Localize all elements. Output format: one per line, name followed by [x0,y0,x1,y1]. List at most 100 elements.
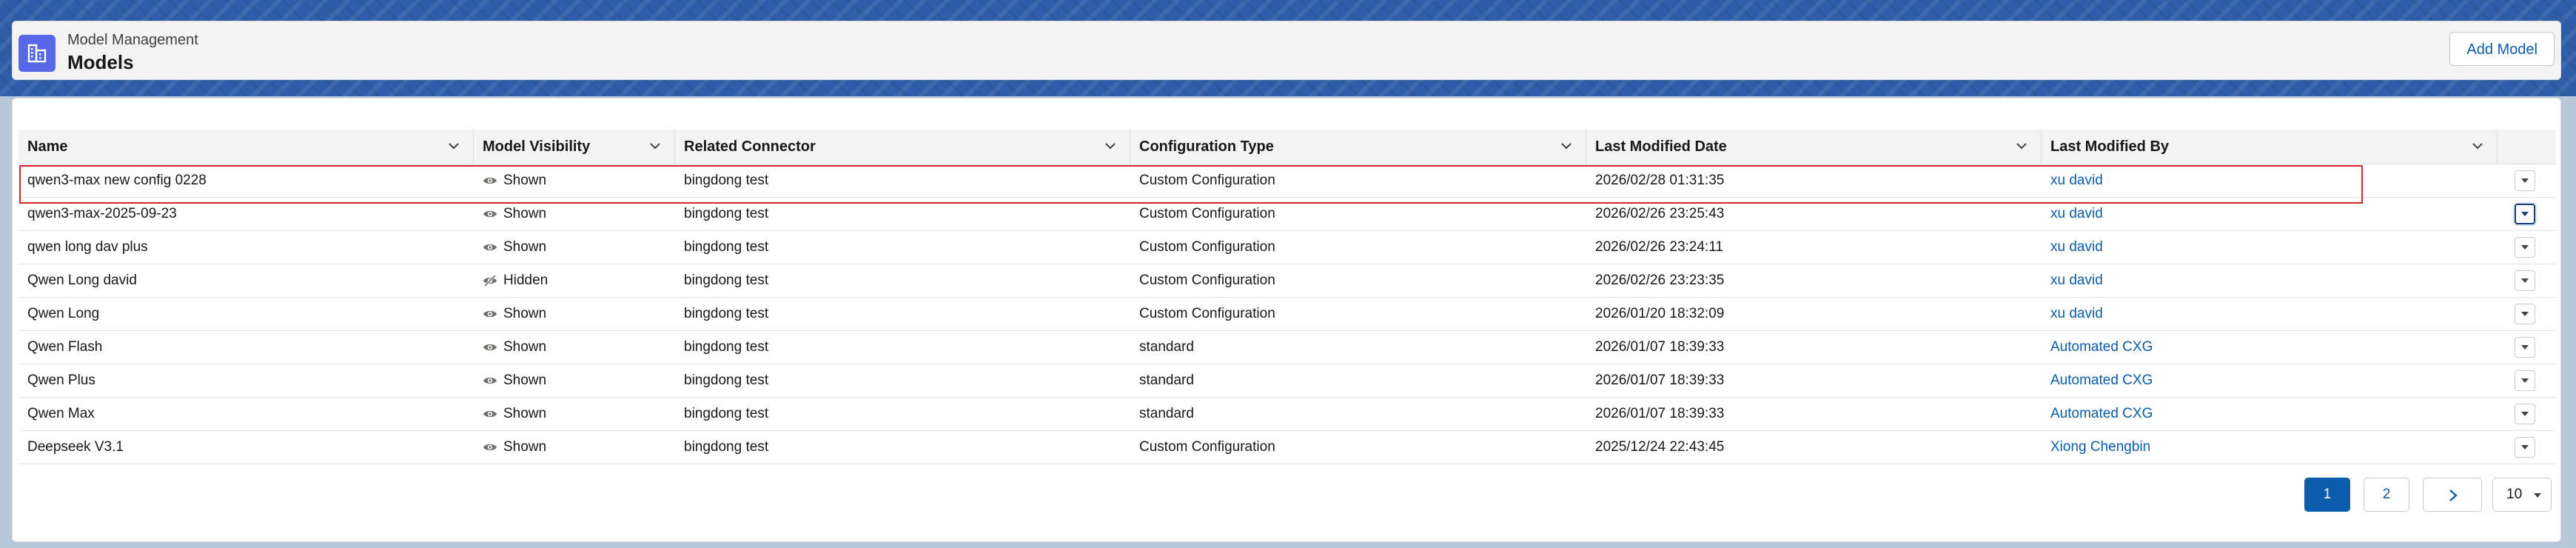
page-size-select[interactable]: 10 [2492,478,2552,512]
model-name[interactable]: Qwen Long david [27,264,137,297]
page-size-value: 10 [2506,487,2523,502]
table-row[interactable]: Qwen Long Shown bingdong test Custom Con… [19,298,2556,331]
connector-cell: bingdong test [684,239,769,255]
column-header-visibility[interactable]: Model Visibility [474,130,675,164]
column-header-label: Configuration Type [1139,138,1274,155]
eye-icon [483,444,497,451]
chevron-down-icon[interactable] [2016,141,2027,150]
model-name[interactable]: Deepseek V3.1 [27,431,124,464]
connector-cell: bingdong test [684,339,769,355]
model-name[interactable]: Qwen Max [27,398,95,430]
connector-cell: bingdong test [684,206,769,221]
table-row[interactable]: Qwen Plus Shown bingdong test standard 2… [19,364,2556,398]
row-actions-button[interactable] [2515,270,2535,291]
add-model-button[interactable]: Add Model [2449,32,2555,66]
chevron-down-icon[interactable] [1560,141,1572,150]
model-name[interactable]: qwen3-max-2025-09-23 [27,198,177,230]
visibility-cell: Shown [483,198,546,230]
eye-icon [483,244,497,251]
chevron-down-icon[interactable] [2472,141,2483,150]
model-name[interactable]: Qwen Flash [27,331,102,364]
column-header-modified-by[interactable]: Last Modified By [2042,130,2498,164]
column-header-connector[interactable]: Related Connector [675,130,1130,164]
chevron-down-icon [2521,178,2529,183]
table-row[interactable]: Deepseek V3.1 Shown bingdong test Custom… [19,431,2556,464]
chevron-down-icon [2521,378,2529,383]
row-actions-button[interactable] [2515,437,2535,458]
modified-by-link[interactable]: Automated CXG [2050,398,2153,430]
column-header-modified-date[interactable]: Last Modified Date [1586,130,2042,164]
model-name[interactable]: Qwen Long [27,298,99,330]
table-row[interactable]: Qwen Max Shown bingdong test standard 20… [19,398,2556,431]
connector-cell: bingdong test [684,372,769,388]
table-header: Name Model Visibility Related Connector … [19,130,2556,164]
chevron-down-icon [2521,312,2529,316]
eye-icon [483,410,497,418]
chevron-down-icon [2521,245,2529,250]
model-name[interactable]: qwen long dav plus [27,231,148,264]
model-name[interactable]: Qwen Plus [27,364,95,397]
chevron-down-icon[interactable] [649,141,661,150]
config-type-cell: Custom Configuration [1139,239,1275,255]
visibility-label: Shown [503,339,547,355]
visibility-label: Shown [503,239,547,255]
modified-by-link[interactable]: xu david [2050,264,2103,297]
column-header-config-type[interactable]: Configuration Type [1130,130,1586,164]
models-list-card: Name Model Visibility Related Connector … [12,98,2561,542]
page-2-button[interactable]: 2 [2364,478,2409,512]
eye-slash-icon [483,275,497,287]
table-row[interactable]: Qwen Flash Shown bingdong test standard … [19,331,2556,364]
modified-by-link[interactable]: Automated CXG [2050,364,2153,397]
column-header-name[interactable]: Name [19,130,474,164]
visibility-label: Shown [503,439,547,455]
connector-cell: bingdong test [684,173,769,188]
row-actions-button[interactable] [2515,170,2535,191]
modified-by-link[interactable]: xu david [2050,231,2103,264]
connector-cell: bingdong test [684,273,769,288]
model-name[interactable]: qwen3-max new config 0228 [27,164,207,197]
connector-cell: bingdong test [684,406,769,421]
modified-date-cell: 2026/02/26 23:25:43 [1595,206,1725,221]
visibility-cell: Shown [483,331,546,364]
visibility-cell: Shown [483,398,546,430]
eye-icon [483,310,497,318]
visibility-cell: Shown [483,431,546,464]
page-eyebrow: Model Management [67,32,198,48]
model-management-icon [19,35,56,72]
pagination: 1 2 10 [2304,478,2552,512]
modified-by-link[interactable]: xu david [2050,198,2103,230]
column-header-label: Name [27,138,68,155]
modified-by-link[interactable]: xu david [2050,164,2103,197]
modified-date-cell: 2026/02/28 01:31:35 [1595,173,1725,188]
table-row[interactable]: qwen3-max-2025-09-23 Shown bingdong test… [19,198,2556,231]
row-actions-button[interactable] [2515,404,2535,424]
connector-cell: bingdong test [684,439,769,455]
table-row[interactable]: qwen3-max new config 0228 Shown bingdong… [19,164,2556,198]
row-actions-button[interactable] [2515,204,2535,224]
next-page-button[interactable] [2423,478,2482,512]
visibility-label: Shown [503,406,547,421]
table-row[interactable]: qwen long dav plus Shown bingdong test C… [19,231,2556,264]
modified-by-link[interactable]: xu david [2050,298,2103,330]
modified-date-cell: 2026/01/20 18:32:09 [1595,306,1725,321]
chevron-down-icon[interactable] [1104,141,1116,150]
modified-date-cell: 2025/12/24 22:43:45 [1595,439,1725,455]
modified-by-link[interactable]: Automated CXG [2050,331,2153,364]
config-type-cell: standard [1139,406,1194,421]
modified-by-link[interactable]: Xiong Chengbin [2050,431,2150,464]
column-header-label: Last Modified Date [1595,138,1727,155]
models-table: Name Model Visibility Related Connector … [19,130,2556,464]
page-1-button[interactable]: 1 [2304,478,2350,512]
chevron-down-icon[interactable] [448,141,460,150]
page-title: Models [67,51,134,73]
row-actions-button[interactable] [2515,304,2535,324]
column-header-label: Model Visibility [483,138,591,155]
chevron-down-icon [2521,278,2529,283]
table-row[interactable]: Qwen Long david Hidden bingdong test Cus… [19,264,2556,298]
visibility-cell: Hidden [483,264,548,297]
row-actions-button[interactable] [2515,237,2535,258]
config-type-cell: standard [1139,372,1194,388]
row-actions-button[interactable] [2515,370,2535,391]
row-actions-button[interactable] [2515,337,2535,358]
eye-icon [483,177,497,184]
